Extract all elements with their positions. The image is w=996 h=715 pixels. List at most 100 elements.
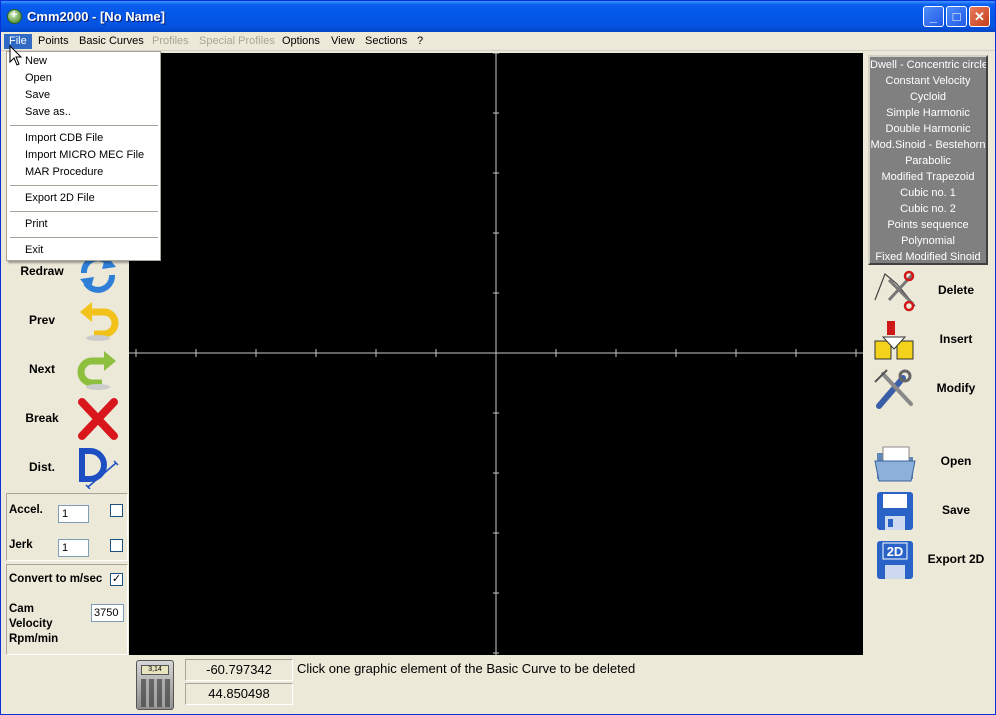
- menu-item-save[interactable]: Save: [9, 87, 158, 104]
- maximize-button[interactable]: □: [946, 6, 967, 27]
- save-button[interactable]: Save: [869, 488, 991, 534]
- menu-item-export-2d[interactable]: Export 2D File: [9, 190, 158, 207]
- app-logo-icon: +: [7, 9, 22, 24]
- cam-velocity-label-2: Velocity: [9, 618, 53, 630]
- open-button[interactable]: Open: [869, 439, 991, 485]
- accel-jerk-group: Accel. 1 Jerk 1: [6, 493, 128, 561]
- save-label: Save: [941, 503, 971, 517]
- curve-list-item[interactable]: Modified Trapezoid: [870, 169, 986, 185]
- menu-item-print[interactable]: Print: [9, 216, 158, 233]
- red-x-icon: [78, 398, 118, 440]
- close-button[interactable]: ✕: [969, 6, 990, 27]
- next-label: Next: [28, 362, 55, 376]
- curve-list-item[interactable]: Polynomial: [870, 233, 986, 249]
- status-message: Click one graphic element of the Basic C…: [297, 661, 636, 676]
- undo-arrow-icon: [80, 302, 119, 341]
- redo-arrow-icon: [77, 351, 116, 390]
- basic-curves-list[interactable]: Dwell - Concentric circle Constant Veloci…: [868, 55, 988, 265]
- curve-list-item[interactable]: Cubic no. 1: [870, 185, 986, 201]
- menu-view[interactable]: View: [326, 34, 360, 49]
- export-2d-icon: 2D: [877, 541, 913, 579]
- menu-sections[interactable]: Sections: [360, 34, 412, 49]
- app-window: + Cmm2000 - [No Name] _ □ ✕ File Points …: [0, 0, 996, 715]
- axes: [129, 53, 863, 655]
- menu-bar: File Points Basic Curves Profiles Specia…: [1, 32, 995, 51]
- curve-list-item[interactable]: Cubic no. 2: [870, 201, 986, 217]
- jerk-input[interactable]: 1: [58, 539, 89, 557]
- open-label: Open: [940, 454, 972, 468]
- calculator-icon[interactable]: 3,14: [136, 660, 174, 710]
- export-2d-label: Export 2D: [927, 552, 985, 566]
- cam-velocity-label-1: Cam: [9, 603, 34, 615]
- menu-item-import-micro-mec[interactable]: Import MICRO MEC File: [9, 147, 158, 164]
- cam-velocity-input[interactable]: 3750: [91, 604, 124, 622]
- menu-separator: [10, 211, 158, 212]
- next-button[interactable]: Next: [6, 347, 128, 393]
- tools-icon: [874, 369, 913, 409]
- drawing-canvas[interactable]: [129, 53, 863, 655]
- insert-label: Insert: [939, 332, 973, 346]
- status-bar: 3,14 -60.797342 44.850498 Click one grap…: [129, 657, 863, 714]
- curve-list-item[interactable]: Double Harmonic: [870, 121, 986, 137]
- menu-item-save-as[interactable]: Save as..: [9, 104, 158, 121]
- insert-icon: [874, 321, 914, 360]
- menu-item-exit[interactable]: Exit: [9, 242, 158, 259]
- convert-checkbox[interactable]: ✓: [110, 573, 123, 586]
- menu-separator: [10, 185, 158, 186]
- folder-open-icon: [874, 446, 916, 482]
- accel-label: Accel.: [9, 504, 43, 516]
- dist-button[interactable]: Dist.: [6, 445, 128, 491]
- prev-label: Prev: [28, 313, 56, 327]
- curve-list-item[interactable]: Simple Harmonic: [870, 105, 986, 121]
- calculator-display: 3,14: [141, 665, 169, 675]
- velocity-group: Convert to m/sec ✓ Cam Velocity Rpm/min …: [6, 564, 128, 655]
- floppy-disk-icon: [877, 492, 913, 530]
- file-menu-dropdown: New Open Save Save as.. Import CDB File …: [6, 51, 161, 261]
- window-title: Cmm2000 - [No Name]: [27, 9, 165, 24]
- menu-special-profiles[interactable]: Special Profiles: [194, 34, 280, 49]
- jerk-checkbox[interactable]: [110, 539, 123, 552]
- right-toolbar: Dwell - Concentric circle Constant Veloci…: [865, 53, 995, 713]
- x-coordinate: -60.797342: [185, 659, 293, 681]
- accel-input[interactable]: 1: [58, 505, 89, 523]
- menu-options[interactable]: Options: [277, 34, 325, 49]
- title-bar[interactable]: + Cmm2000 - [No Name] _ □ ✕: [1, 1, 995, 32]
- menu-separator: [10, 237, 158, 238]
- insert-button[interactable]: Insert: [869, 317, 991, 363]
- menu-item-open[interactable]: Open: [9, 70, 158, 87]
- break-label: Break: [25, 411, 59, 425]
- cam-velocity-label-3: Rpm/min: [9, 633, 59, 645]
- curve-list-item[interactable]: Fixed Modified Sinoid: [870, 249, 986, 265]
- minimize-button[interactable]: _: [923, 6, 944, 27]
- curve-list-item[interactable]: Cycloid: [870, 89, 986, 105]
- curve-list-item[interactable]: Constant Velocity: [870, 73, 986, 89]
- curve-list-item[interactable]: Points sequence: [870, 217, 986, 233]
- menu-help[interactable]: ?: [412, 34, 428, 49]
- menu-basic-curves[interactable]: Basic Curves: [74, 34, 149, 49]
- convert-label: Convert to m/sec: [9, 573, 103, 585]
- menu-item-import-cdb[interactable]: Import CDB File: [9, 130, 158, 147]
- delete-label: Delete: [937, 283, 975, 297]
- scissors-icon: [874, 270, 916, 312]
- mouse-cursor-icon: [9, 45, 23, 66]
- menu-item-new[interactable]: New: [9, 53, 158, 70]
- svg-text:2D: 2D: [887, 544, 904, 559]
- jerk-label: Jerk: [9, 539, 33, 551]
- prev-button[interactable]: Prev: [6, 298, 128, 344]
- modify-button[interactable]: Modify: [869, 366, 991, 412]
- break-button[interactable]: Break: [6, 396, 128, 442]
- redraw-label: Redraw: [20, 264, 64, 278]
- dist-label: Dist.: [28, 460, 55, 474]
- y-coordinate: 44.850498: [185, 683, 293, 705]
- curve-list-item[interactable]: Mod.Sinoid - Bestehorn: [870, 137, 986, 153]
- menu-item-mar-procedure[interactable]: MAR Procedure: [9, 164, 158, 181]
- export-2d-button[interactable]: 2D Export 2D: [869, 537, 991, 583]
- delete-button[interactable]: Delete: [869, 268, 991, 314]
- menu-separator: [10, 125, 158, 126]
- curve-list-item[interactable]: Parabolic: [870, 153, 986, 169]
- distance-icon: [79, 448, 119, 489]
- menu-points[interactable]: Points: [33, 34, 74, 49]
- menu-profiles[interactable]: Profiles: [147, 34, 194, 49]
- accel-checkbox[interactable]: [110, 504, 123, 517]
- curve-list-item[interactable]: Dwell - Concentric circle: [870, 57, 986, 73]
